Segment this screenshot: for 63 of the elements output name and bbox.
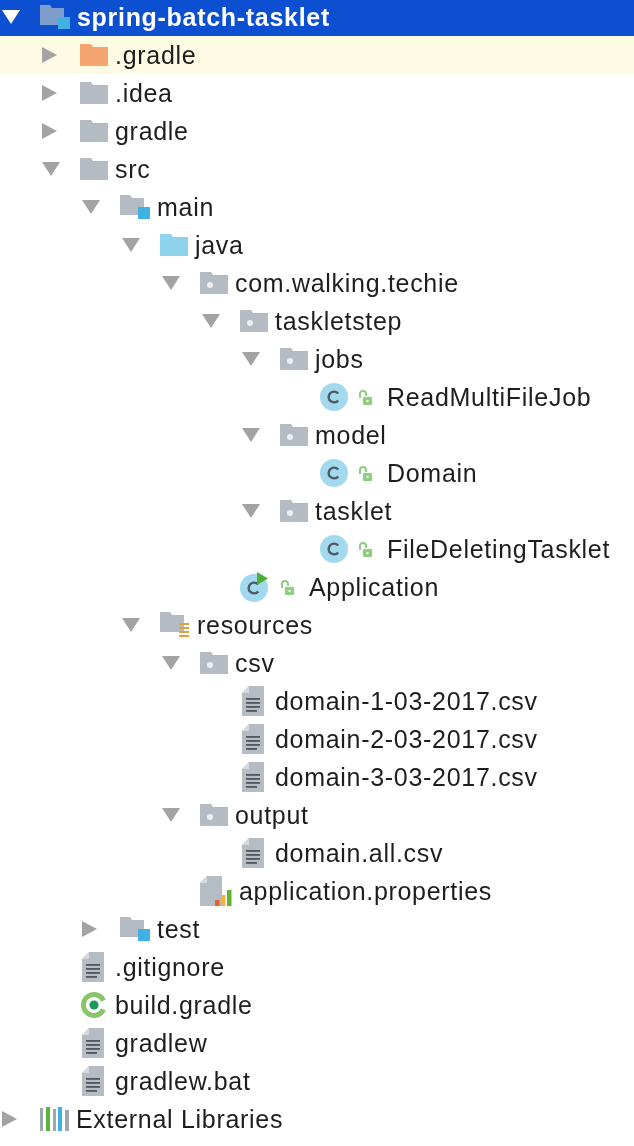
tree-item[interactable]: domain-1-03-2017.csv	[240, 682, 538, 720]
tree-item[interactable]: Application	[240, 568, 439, 606]
tree-item[interactable]: output	[162, 796, 309, 834]
folder-icon	[80, 120, 108, 142]
c-circle-icon	[320, 383, 348, 411]
document-icon	[242, 838, 264, 868]
tree-item[interactable]: resources	[122, 606, 314, 644]
tree-item[interactable]: jobs	[242, 340, 364, 378]
caret-right-icon[interactable]	[42, 123, 57, 139]
books-icon	[40, 1107, 69, 1131]
document-icon	[242, 724, 264, 754]
folder-square-icon	[120, 195, 150, 219]
document-icon	[242, 762, 264, 792]
tree-item[interactable]: domain.all.csv	[240, 834, 444, 872]
tree-item[interactable]: ReadMultiFileJob	[320, 378, 592, 416]
document-icon	[82, 1028, 104, 1058]
padlock-icon	[280, 579, 294, 595]
document-icon	[242, 686, 264, 716]
padlock-icon	[358, 465, 372, 481]
padlock-icon	[358, 389, 372, 405]
document-icon	[82, 952, 104, 982]
tree-item[interactable]: .idea	[42, 74, 173, 112]
tree-item[interactable]: FileDeletingTasklet	[320, 530, 611, 568]
folder-square-icon	[40, 5, 70, 29]
c-circle-icon	[320, 459, 348, 487]
tree-item[interactable]: java	[122, 226, 244, 264]
folder-icon	[80, 82, 108, 104]
tree-item[interactable]: csv	[162, 644, 275, 682]
tree-item[interactable]: src	[42, 150, 151, 188]
caret-right-icon[interactable]	[82, 921, 97, 937]
document-icon	[82, 1066, 104, 1096]
tree-item[interactable]: spring-batch-tasklet	[0, 0, 634, 36]
padlock-icon	[358, 541, 372, 557]
tree-item[interactable]: gradlew.bat	[80, 1062, 251, 1100]
tree-item[interactable]: External Libraries	[2, 1100, 284, 1138]
tree-item[interactable]: .gitignore	[80, 948, 225, 986]
tree-item[interactable]: model	[242, 416, 387, 454]
document-chart-icon	[200, 876, 232, 906]
tree-item[interactable]: tasklet	[242, 492, 393, 530]
tree-item[interactable]: main	[82, 188, 214, 226]
caret-right-icon[interactable]	[2, 1111, 17, 1127]
folder-icon	[160, 234, 188, 256]
tree-item[interactable]: domain-3-03-2017.csv	[240, 758, 538, 796]
tree-item[interactable]: .gradle	[0, 36, 634, 74]
folder-icon	[80, 158, 108, 180]
ring-dot-icon	[80, 991, 108, 1019]
tree-item[interactable]: gradle	[42, 112, 189, 150]
tree-item[interactable]: gradlew	[80, 1024, 208, 1062]
tree-item[interactable]: build.gradle	[80, 986, 253, 1024]
folder-lines-icon	[160, 612, 190, 638]
tree-item[interactable]: application.properties	[200, 872, 493, 910]
folder-icon	[80, 44, 108, 66]
tree-item[interactable]: taskletstep	[202, 302, 403, 340]
folder-square-icon	[120, 917, 150, 941]
tree-item[interactable]: Domain	[320, 454, 478, 492]
tree-item[interactable]: test	[82, 910, 201, 948]
caret-down-icon[interactable]	[2, 10, 20, 24]
caret-right-icon[interactable]	[42, 47, 57, 63]
c-circle-icon	[320, 535, 348, 563]
tree-item[interactable]: domain-2-03-2017.csv	[240, 720, 538, 758]
caret-right-icon[interactable]	[42, 85, 57, 101]
tree-item[interactable]: com.walking.techie	[162, 264, 459, 302]
c-circle-play-icon	[240, 572, 270, 602]
